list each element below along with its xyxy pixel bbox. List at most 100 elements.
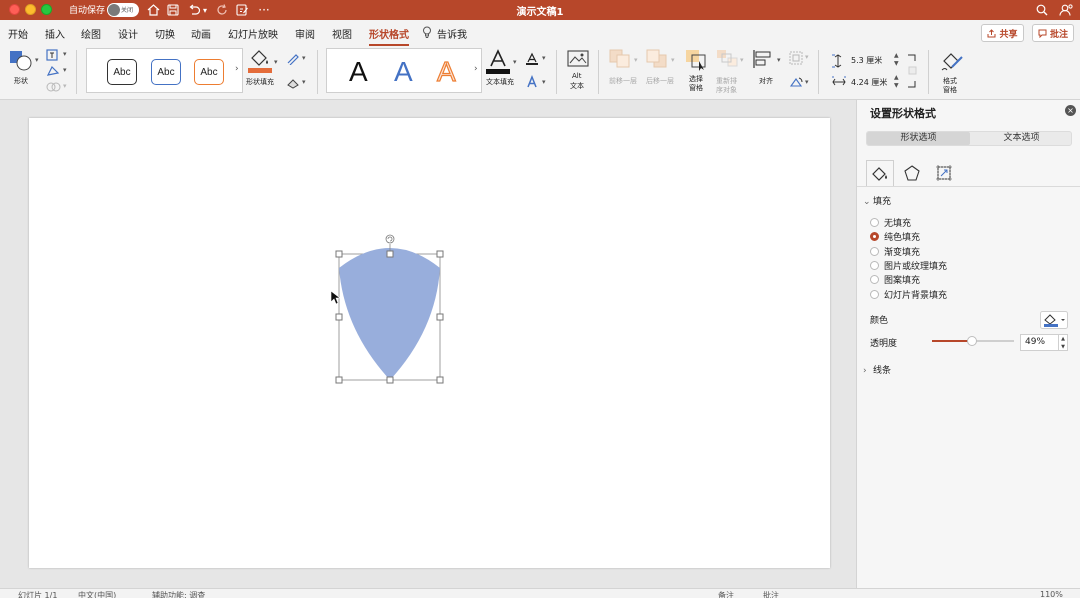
alt-text-icon[interactable] [567,50,589,70]
autosave-toggle[interactable]: 关闭 [107,3,139,17]
tab-review[interactable]: 审阅 [295,26,315,41]
effects-tab[interactable] [898,160,926,186]
shape-effects-icon[interactable] [286,77,300,89]
status-comments-button[interactable]: 批注 [763,590,779,598]
shape-style-3[interactable]: Abc [194,59,224,85]
transparency-stepper[interactable]: ▲ ▼ [1058,334,1068,351]
tab-shape-options[interactable]: 形状选项 [867,132,970,145]
rotate-icon[interactable] [789,76,803,90]
wordart-style-1[interactable]: A [349,55,368,89]
tab-tell-me[interactable]: 告诉我 [437,26,467,41]
radio-button[interactable] [870,232,879,242]
text-effects-icon[interactable] [525,75,539,89]
send-backward-icon[interactable] [646,49,668,69]
width-stepper-up[interactable]: ▲ [894,74,899,81]
radio-button[interactable] [870,260,879,270]
transparency-slider[interactable] [932,336,1014,346]
account-icon[interactable] [1058,2,1074,18]
resize-handle-e[interactable] [436,313,444,321]
wordart-more-icon[interactable]: › [474,64,478,74]
tab-view[interactable]: 视图 [332,26,352,41]
shapes-icon[interactable] [9,50,33,72]
tab-shape-format[interactable]: 形状格式 [369,26,409,46]
text-fill-icon[interactable] [486,49,510,75]
wordart-style-2[interactable]: A [394,55,413,89]
group-icon[interactable] [789,51,803,65]
width-stepper-down[interactable]: ▼ [894,82,899,89]
fill-section-header[interactable]: ⌄ 填充 [863,194,891,207]
tab-transitions[interactable]: 切换 [155,26,175,41]
shape-fill-dropdown-icon[interactable]: ▾ [274,58,278,66]
comments-button[interactable]: 批注 [1032,24,1074,42]
fill-option-radio[interactable]: 幻灯片背景填充 [870,288,947,301]
close-window-button[interactable] [9,4,20,15]
shape-style-1[interactable]: Abc [107,59,137,85]
minimize-window-button[interactable] [25,4,36,15]
bring-forward-icon[interactable] [609,49,631,69]
redo-icon[interactable] [214,2,230,18]
radio-button[interactable] [870,246,879,256]
save-icon[interactable] [165,2,181,18]
tab-design[interactable]: 设计 [118,26,138,41]
text-outline-icon[interactable] [525,52,539,66]
selection-pane-icon[interactable] [685,49,707,71]
reorder-objects-icon[interactable] [716,49,738,69]
resize-handle-ne[interactable] [436,250,444,258]
line-section-header[interactable]: › 线条 [863,363,891,376]
shapes-dropdown-icon[interactable]: ▾ [35,56,39,64]
shield-shape[interactable] [339,248,440,380]
lock-aspect-icon[interactable] [906,54,918,88]
fill-option-radio[interactable]: 图片或纹理填充 [870,259,947,272]
shape-style-2[interactable]: Abc [151,59,181,85]
radio-button[interactable] [870,218,879,227]
accessibility-status[interactable]: 辅助功能: 调查 [152,590,205,598]
edit-shape-icon[interactable] [46,49,62,61]
align-icon[interactable] [752,49,774,69]
zoom-window-button[interactable] [41,4,52,15]
notes-button[interactable]: 备注 [718,590,734,598]
shape-outline-icon[interactable] [286,53,300,65]
wordart-style-3[interactable]: A [436,55,456,89]
resize-handle-sw[interactable] [335,376,343,384]
fill-option-radio[interactable]: 无填充 [870,216,911,229]
zoom-level[interactable]: 110% [1040,590,1063,598]
format-pane-icon[interactable] [940,49,964,73]
fill-option-radio[interactable]: 渐变填充 [870,245,920,258]
height-field[interactable]: 5.3 厘米 [851,55,882,69]
share-button[interactable]: 共享 [981,24,1024,42]
tab-draw[interactable]: 绘图 [81,26,101,41]
close-panel-icon[interactable]: × [1065,105,1076,116]
merge-shapes-icon[interactable] [46,81,62,93]
radio-button[interactable] [870,275,879,285]
search-icon[interactable] [1034,2,1050,18]
paint-bucket-icon[interactable] [248,48,272,74]
shape-styles-more-icon[interactable]: › [235,64,239,74]
height-stepper-up[interactable]: ▲ [894,52,899,59]
tab-slideshow[interactable]: 幻灯片放映 [228,26,278,41]
resize-handle-n[interactable] [386,250,394,258]
fill-option-radio[interactable]: 图案填充 [870,273,920,286]
resize-handle-w[interactable] [335,313,343,321]
height-stepper-down[interactable]: ▼ [894,60,899,67]
tab-text-options[interactable]: 文本选项 [970,132,1073,145]
more-icon[interactable]: ··· [256,2,272,18]
fill-option-radio[interactable]: 纯色填充 [870,230,920,243]
edit-doc-icon[interactable] [234,2,250,18]
fill-line-tab[interactable] [866,160,894,186]
tab-insert[interactable]: 插入 [45,26,65,41]
rotate-handle[interactable] [385,234,395,244]
undo-dropdown-icon[interactable]: ▾ [200,2,210,18]
transparency-input[interactable]: 49% [1020,334,1059,351]
language-indicator[interactable]: 中文(中国) [78,590,116,598]
slide-canvas[interactable] [29,118,830,568]
width-field[interactable]: 4.24 厘米 [851,77,887,91]
resize-handle-s[interactable] [386,376,394,384]
text-fill-dropdown-icon[interactable]: ▾ [513,58,517,66]
text-box-icon[interactable] [46,65,62,77]
color-picker-button[interactable] [1040,311,1068,332]
tab-animations[interactable]: 动画 [191,26,211,41]
resize-handle-se[interactable] [436,376,444,384]
resize-handle-nw[interactable] [335,250,343,258]
radio-button[interactable] [870,289,879,299]
size-properties-tab[interactable] [930,160,958,186]
